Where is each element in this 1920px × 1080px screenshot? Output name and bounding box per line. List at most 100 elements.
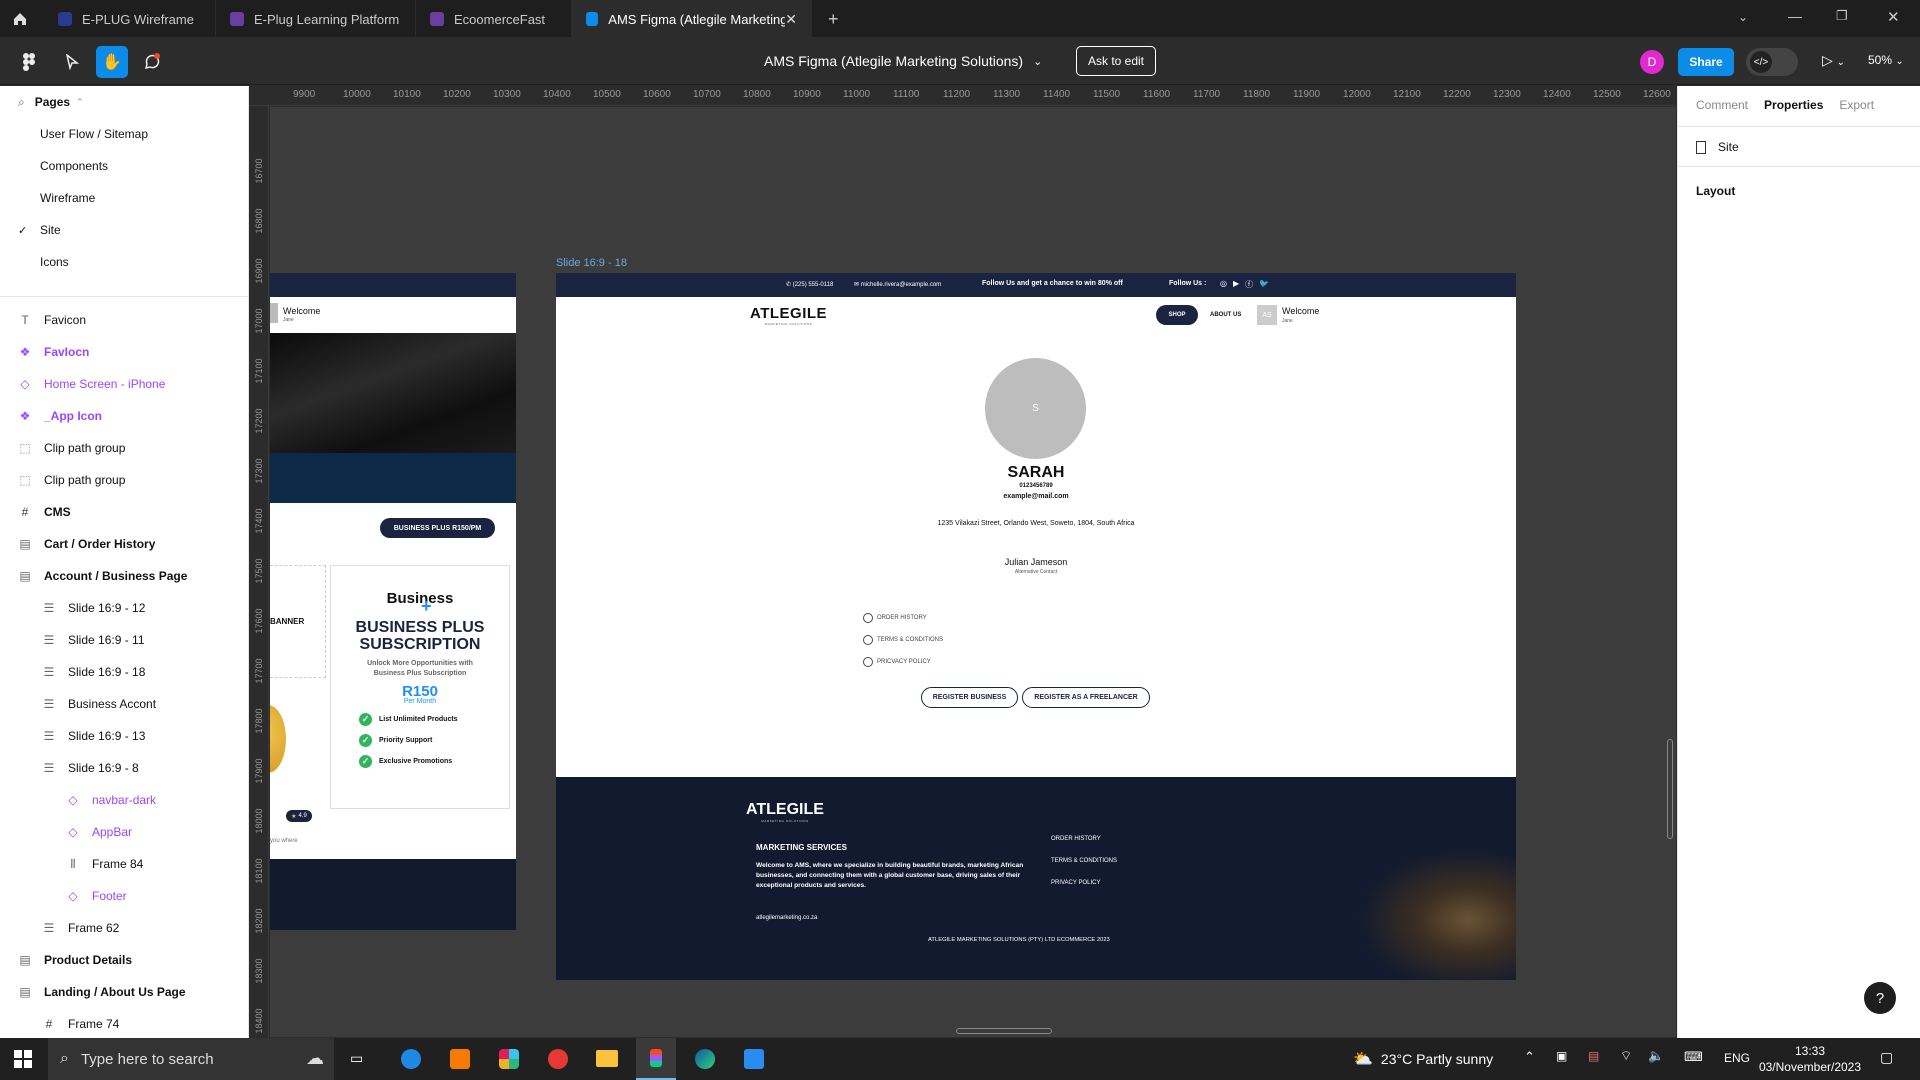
chevron-up-icon[interactable]: ⌃ bbox=[1524, 1049, 1535, 1065]
move-tool-icon[interactable] bbox=[56, 46, 88, 78]
instagram-icon[interactable]: ◎ bbox=[1220, 279, 1227, 290]
shop-button[interactable]: SHOP bbox=[1156, 305, 1198, 325]
wifi-icon[interactable]: ⌔ bbox=[1620, 1048, 1632, 1064]
keyboard-icon[interactable]: ⌨ bbox=[1684, 1049, 1703, 1065]
youtube-music-icon[interactable] bbox=[548, 1049, 568, 1069]
privacy-link[interactable]: PRICVACY POLICY bbox=[863, 657, 931, 667]
meet-icon[interactable]: ▣ bbox=[1556, 1049, 1567, 1063]
footer-terms[interactable]: TERMS & CONDITIONS bbox=[1051, 858, 1117, 864]
page-item[interactable]: ✓ Site bbox=[0, 214, 249, 246]
clock[interactable]: 13:33 03/November/2023 bbox=[1756, 1043, 1864, 1075]
hand-tool-icon[interactable]: ✋ bbox=[96, 46, 128, 78]
search-icon[interactable]: ⌕ bbox=[18, 95, 25, 110]
page-item[interactable]: User Flow / Sitemap bbox=[0, 118, 249, 150]
logo[interactable]: ATLEGILE MARKETING SOLUTIONS bbox=[750, 305, 827, 326]
layer-item[interactable]: ❖ FavIocn bbox=[0, 336, 249, 368]
layer-item[interactable]: ◇ Home Screen - iPhone bbox=[0, 368, 249, 400]
register-business-button[interactable]: REGISTER BUSINESS bbox=[921, 687, 1018, 708]
layer-item[interactable]: ☰ Business Accont bbox=[0, 688, 249, 720]
restore-icon[interactable]: ❐ bbox=[1836, 8, 1848, 24]
terms-link[interactable]: TERMS & CONDITIONS bbox=[863, 635, 943, 645]
vertical-scrollbar[interactable] bbox=[1667, 739, 1673, 839]
layer-item[interactable]: # Frame 74 bbox=[0, 1008, 249, 1040]
comment-tool-icon[interactable] bbox=[136, 46, 168, 78]
layer-item[interactable]: ☰ Slide 16:9 - 18 bbox=[0, 656, 249, 688]
tab-export[interactable]: Export bbox=[1839, 98, 1874, 112]
app-icon-1[interactable] bbox=[401, 1049, 421, 1069]
business-plus-badge[interactable]: BUSINESS PLUS R150/PM bbox=[380, 518, 495, 538]
tab-list-icon[interactable]: ⌄ bbox=[1738, 10, 1748, 24]
tab-properties[interactable]: Properties bbox=[1764, 98, 1823, 112]
figma-app-icon[interactable] bbox=[636, 1038, 676, 1080]
register-freelancer-button[interactable]: REGISTER AS A FREELANCER bbox=[1022, 687, 1150, 708]
share-button[interactable]: Share bbox=[1678, 48, 1734, 76]
weather-widget[interactable]: ⛅ 23°C Partly sunny bbox=[1353, 1049, 1493, 1069]
close-tab-icon[interactable]: ✕ bbox=[785, 11, 797, 28]
footer-privacy[interactable]: PRIVACY POLICY bbox=[1051, 880, 1100, 886]
layer-item[interactable]: ◇ Footer bbox=[0, 880, 249, 912]
vscode-icon[interactable] bbox=[744, 1049, 764, 1069]
help-button[interactable]: ? bbox=[1864, 982, 1896, 1014]
frame-slide-16-9-18[interactable]: ✆ (225) 555-0118 ✉ michelle.rivera@examp… bbox=[556, 273, 1516, 980]
layer-item[interactable]: ☰ Frame 62 bbox=[0, 912, 249, 944]
layer-item[interactable]: ▤ Landing / About Us Page bbox=[0, 976, 249, 1008]
language-indicator[interactable]: ENG bbox=[1724, 1051, 1750, 1065]
zoom-menu[interactable]: 50% ⌄ bbox=[1868, 53, 1904, 67]
layer-item[interactable]: ⬚ Clip path group bbox=[0, 432, 249, 464]
facebook-icon[interactable]: ⓕ bbox=[1245, 279, 1253, 290]
layer-item[interactable]: ❖ _App Icon bbox=[0, 400, 249, 432]
tab-ecoomercefast[interactable]: EcoomerceFast bbox=[416, 0, 572, 38]
tab-comment[interactable]: Comment bbox=[1696, 98, 1748, 112]
layer-item[interactable]: ☰ Slide 16:9 - 13 bbox=[0, 720, 249, 752]
task-view-icon[interactable]: ▭ bbox=[350, 1050, 363, 1067]
footer-site-link[interactable]: atlegilemarketing.co.za bbox=[756, 915, 817, 921]
about-us-link[interactable]: ABOUT US bbox=[1210, 312, 1241, 318]
windows-start-icon[interactable] bbox=[14, 1050, 32, 1071]
ask-to-edit-button[interactable]: Ask to edit bbox=[1076, 46, 1156, 76]
file-explorer-icon[interactable] bbox=[596, 1050, 618, 1067]
layer-item[interactable]: ◇ navbar-dark bbox=[0, 784, 249, 816]
sublime-text-icon[interactable] bbox=[450, 1049, 470, 1069]
layer-item[interactable]: ◇ AppBar bbox=[0, 816, 249, 848]
footer-order-history[interactable]: ORDER HISTORY bbox=[1051, 836, 1101, 842]
figma-menu-icon[interactable] bbox=[12, 46, 46, 78]
twitter-icon[interactable]: 🐦 bbox=[1259, 279, 1269, 290]
present-icon[interactable]: ▷ ⌄ bbox=[1822, 52, 1845, 69]
edge-icon[interactable] bbox=[695, 1049, 715, 1069]
layer-item[interactable]: ☰ Slide 16:9 - 12 bbox=[0, 592, 249, 624]
dev-mode-toggle[interactable]: </> bbox=[1746, 48, 1798, 76]
slack-icon[interactable] bbox=[499, 1049, 519, 1069]
horizontal-scrollbar[interactable] bbox=[956, 1028, 1052, 1034]
subscription-card[interactable]: Business + BUSINESS PLUS SUBSCRIPTION Unl… bbox=[330, 565, 510, 809]
app-tray-icon[interactable]: ▤ bbox=[1588, 1049, 1599, 1063]
volume-icon[interactable]: 🔈 bbox=[1648, 1048, 1664, 1064]
layer-item[interactable]: ▤ Cart / Order History bbox=[0, 528, 249, 560]
tab-eplug-learning[interactable]: E-Plug Learning Platform bbox=[216, 0, 416, 38]
tab-ams-figma[interactable]: AMS Figma (Atlegile Marketing Sol✕ bbox=[572, 0, 812, 38]
document-title[interactable]: AMS Figma (Atlegile Marketing Solutions)… bbox=[764, 53, 1042, 69]
avatar[interactable]: AS bbox=[1257, 305, 1277, 325]
profile-avatar[interactable]: S bbox=[985, 358, 1086, 459]
close-window-icon[interactable]: ✕ bbox=[1887, 8, 1900, 26]
order-history-link[interactable]: ORDER HISTORY bbox=[863, 613, 927, 623]
frame-business-account[interactable]: Welcome Jane BUSINESS PLUS R150/PM BANNE… bbox=[270, 273, 516, 930]
layer-item[interactable]: ▤ Product Details bbox=[0, 944, 249, 976]
layer-item[interactable]: ☰ Slide 16:9 - 8 bbox=[0, 752, 249, 784]
layer-item[interactable]: ▤ Account / Business Page bbox=[0, 560, 249, 592]
page-item[interactable]: Icons bbox=[0, 246, 249, 278]
notification-icon[interactable]: ▢ bbox=[1880, 1049, 1893, 1066]
minimize-icon[interactable]: — bbox=[1788, 8, 1802, 24]
tab-eplug-wireframe[interactable]: E-PLUG Wireframe bbox=[44, 0, 216, 38]
canvas[interactable]: Welcome Jane BUSINESS PLUS R150/PM BANNE… bbox=[270, 107, 1676, 1037]
layer-item[interactable]: ⦀ Frame 84 bbox=[0, 848, 249, 880]
layer-item[interactable]: ☰ Slide 16:9 - 11 bbox=[0, 624, 249, 656]
page-item[interactable]: Components bbox=[0, 150, 249, 182]
page-item[interactable]: Wireframe bbox=[0, 182, 249, 214]
taskbar-search[interactable]: ⌕ Type here to search ☁ bbox=[48, 1038, 334, 1080]
youtube-icon[interactable]: ▶ bbox=[1233, 279, 1239, 290]
layer-item[interactable]: # CMS bbox=[0, 496, 249, 528]
layer-item[interactable]: ⬚ Clip path group bbox=[0, 464, 249, 496]
avatar[interactable]: D bbox=[1640, 50, 1664, 74]
pages-header[interactable]: ⌕ Pages ⌃ bbox=[0, 86, 249, 118]
frame-label[interactable]: Slide 16:9 - 18 bbox=[556, 257, 627, 269]
